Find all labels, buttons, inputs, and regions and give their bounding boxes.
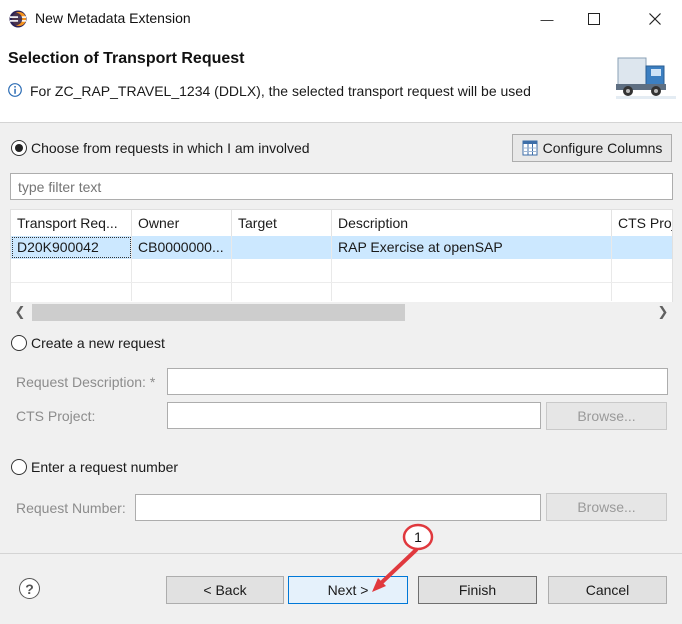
empty-cell xyxy=(232,283,332,301)
maximize-button[interactable] xyxy=(569,0,619,38)
new-request-radio-label[interactable]: Create a new request xyxy=(31,335,165,351)
request-number-browse-label: Browse... xyxy=(577,499,636,515)
scroll-left-icon[interactable]: ❮ xyxy=(10,302,30,322)
step-callout-number: 1 xyxy=(414,529,422,545)
empty-cell xyxy=(232,259,332,282)
request-number-radio[interactable] xyxy=(11,459,27,475)
configure-columns-label: Configure Columns xyxy=(542,140,663,156)
request-number-browse-button[interactable]: Browse... xyxy=(546,493,667,521)
cell-description: RAP Exercise at openSAP xyxy=(332,236,612,259)
table-row-empty xyxy=(11,259,672,282)
finish-label: Finish xyxy=(458,582,497,598)
cell-target xyxy=(232,236,332,259)
empty-cell xyxy=(11,259,132,282)
help-icon[interactable]: ? xyxy=(19,578,40,599)
involved-radio-label[interactable]: Choose from requests in which I am invol… xyxy=(31,140,310,156)
request-description-input[interactable] xyxy=(167,368,668,395)
request-description-label: Request Description: * xyxy=(16,374,156,390)
cell-owner: CB0000000... xyxy=(132,236,232,259)
involved-radio[interactable] xyxy=(11,140,27,156)
minimize-button[interactable]: — xyxy=(522,0,572,38)
filter-input[interactable] xyxy=(10,173,673,200)
request-number-radio-label[interactable]: Enter a request number xyxy=(31,459,178,475)
empty-cell xyxy=(332,283,612,301)
cts-project-label: CTS Project: xyxy=(16,408,96,424)
back-label: < Back xyxy=(203,582,247,598)
help-glyph: ? xyxy=(25,580,34,597)
cell-transport-request: D20K900042 xyxy=(11,236,132,259)
empty-cell xyxy=(332,259,612,282)
table-horizontal-scrollbar[interactable]: ❮ ❯ xyxy=(10,302,673,322)
banner-message: For ZC_RAP_TRAVEL_1234 (DDLX), the selec… xyxy=(30,83,531,99)
columns-icon xyxy=(522,140,538,156)
request-number-label: Request Number: xyxy=(16,500,126,516)
info-icon xyxy=(8,83,22,97)
table-row[interactable]: D20K900042 CB0000000... RAP Exercise at … xyxy=(11,236,672,259)
new-request-radio[interactable] xyxy=(11,335,27,351)
page-title: Selection of Transport Request xyxy=(8,50,245,67)
empty-cell xyxy=(132,283,232,301)
empty-cell xyxy=(11,283,132,301)
cts-browse-button[interactable]: Browse... xyxy=(546,402,667,430)
cell-cts-project xyxy=(612,236,672,259)
wizard-banner: Selection of Transport Request For ZC_RA… xyxy=(0,38,682,122)
cancel-button[interactable]: Cancel xyxy=(548,576,667,604)
table-header: Transport Req... Owner Target Descriptio… xyxy=(11,210,672,236)
close-window-button[interactable] xyxy=(630,0,680,38)
column-header-description[interactable]: Description xyxy=(332,210,612,236)
column-header-transport-request[interactable]: Transport Req... xyxy=(11,210,132,236)
scrollbar-thumb[interactable] xyxy=(32,304,405,321)
window-title: New Metadata Extension xyxy=(35,10,191,26)
table-row-empty xyxy=(11,283,672,301)
title-bar: New Metadata Extension — xyxy=(0,0,682,38)
request-number-radio-indicator xyxy=(11,459,27,475)
new-request-radio-indicator xyxy=(11,335,27,351)
cancel-label: Cancel xyxy=(585,582,630,598)
scroll-right-icon[interactable]: ❯ xyxy=(653,302,673,322)
cts-project-input[interactable] xyxy=(167,402,541,429)
maximize-icon xyxy=(588,13,600,25)
column-header-target[interactable]: Target xyxy=(232,210,332,236)
column-header-cts-project[interactable]: CTS Proj xyxy=(612,210,672,236)
involved-radio-indicator xyxy=(11,140,27,156)
close-icon xyxy=(649,13,661,25)
column-header-owner[interactable]: Owner xyxy=(132,210,232,236)
minimize-icon: — xyxy=(540,11,554,27)
eclipse-icon xyxy=(9,10,27,28)
configure-columns-button[interactable]: Configure Columns xyxy=(512,134,672,162)
request-number-input[interactable] xyxy=(135,494,541,521)
empty-cell xyxy=(132,259,232,282)
back-button[interactable]: < Back xyxy=(166,576,284,604)
cts-browse-label: Browse... xyxy=(577,408,636,424)
truck-icon xyxy=(612,44,678,104)
